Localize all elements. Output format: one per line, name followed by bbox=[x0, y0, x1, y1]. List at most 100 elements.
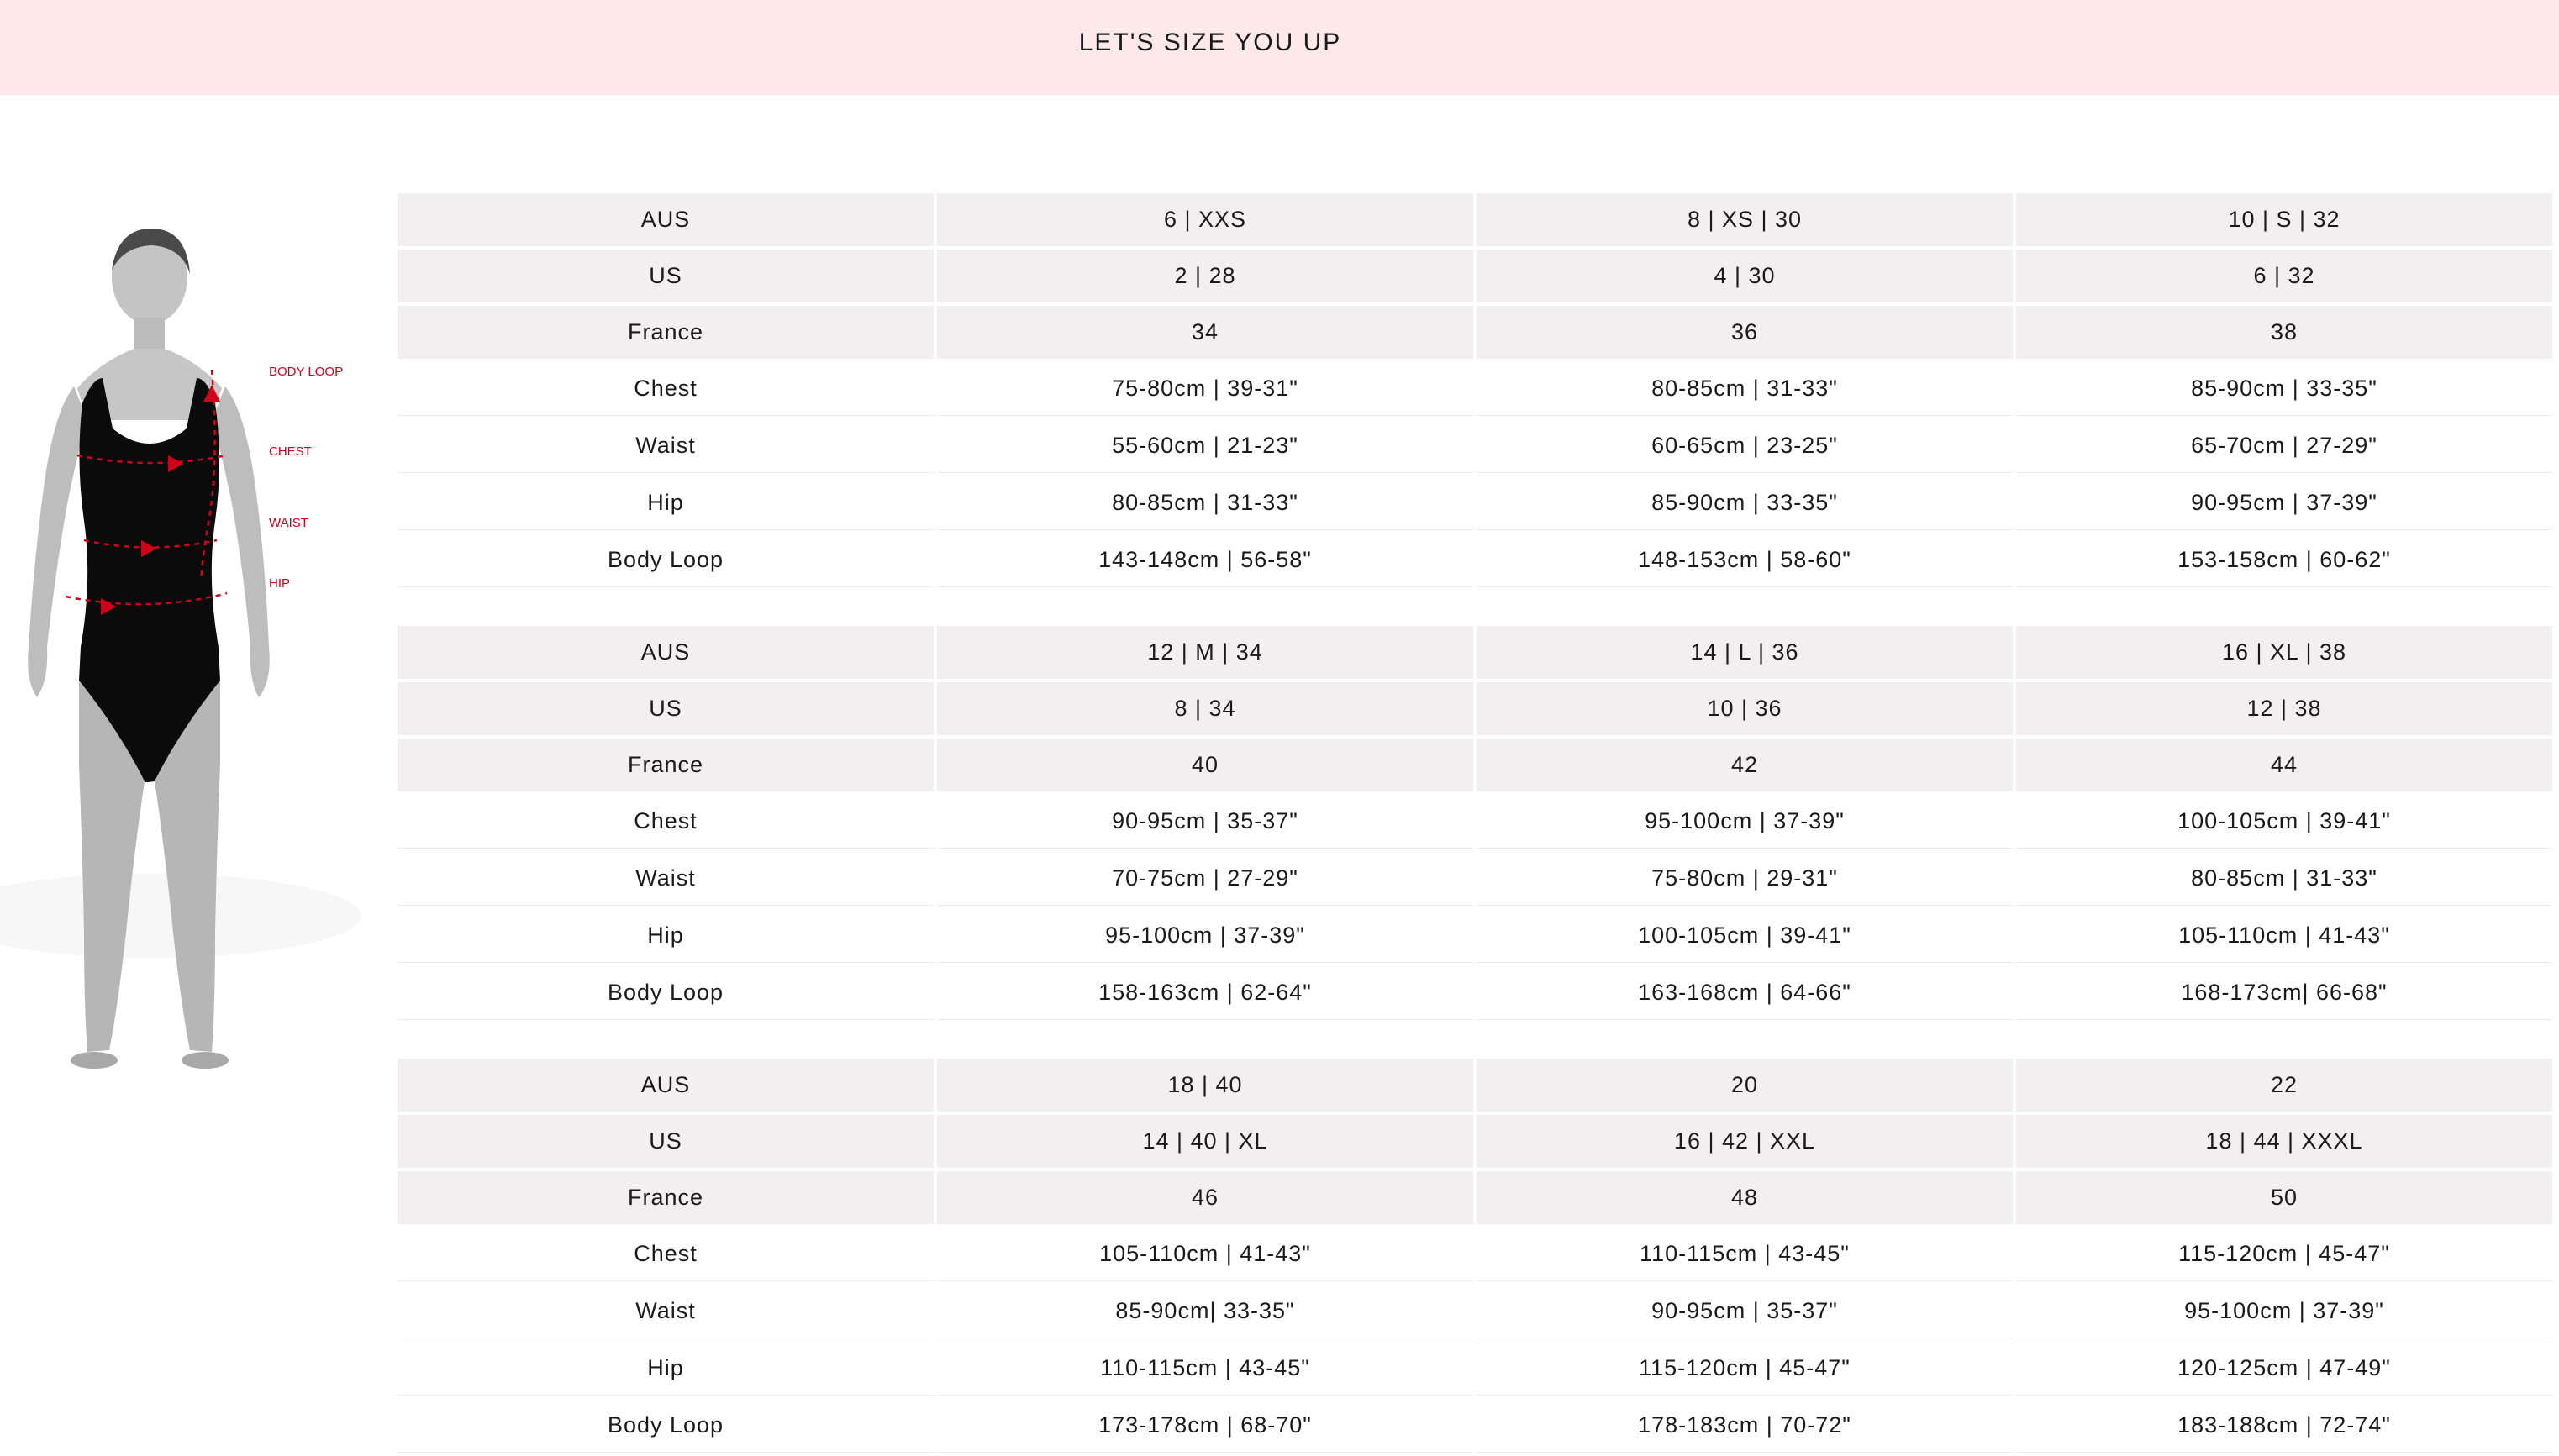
row-label: Body Loop bbox=[398, 534, 934, 587]
label-body-loop: BODY LOOP bbox=[269, 365, 343, 379]
size-cell: 95-100cm | 37-39" bbox=[2016, 1285, 2552, 1338]
row-label: Body Loop bbox=[398, 966, 934, 1020]
row-label: Waist bbox=[398, 852, 934, 906]
size-cell: 85-90cm | 33-35" bbox=[2016, 362, 2552, 416]
size-cell: 75-80cm | 29-31" bbox=[1477, 852, 2013, 906]
row-label: France bbox=[398, 739, 934, 791]
label-hip: HIP bbox=[269, 576, 290, 591]
row-label: Body Loop bbox=[398, 1399, 934, 1453]
size-cell: 95-100cm | 37-39" bbox=[937, 909, 1473, 963]
size-cell: 70-75cm | 27-29" bbox=[937, 852, 1473, 906]
size-row-body-loop: Body Loop 173-178cm | 68-70" 178-183cm | 7… bbox=[398, 1399, 2552, 1453]
size-cell: 20 bbox=[1477, 1059, 2013, 1112]
size-cell: 2 | 28 bbox=[937, 250, 1473, 302]
size-table: AUS 18 | 40 20 22 US 14 | 40 | XL 16 | 42 | XX… bbox=[394, 1055, 2556, 1456]
size-cell: 22 bbox=[2016, 1059, 2552, 1112]
size-cell: 85-90cm | 33-35" bbox=[1477, 476, 2013, 530]
size-cell: 48 bbox=[1477, 1171, 2013, 1224]
size-cell: 105-110cm | 41-43" bbox=[2016, 909, 2552, 963]
size-row-aus: AUS 18 | 40 20 22 bbox=[398, 1059, 2552, 1112]
size-cell: 158-163cm | 62-64" bbox=[937, 966, 1473, 1020]
size-cell: 100-105cm | 39-41" bbox=[1477, 909, 2013, 963]
size-table: AUS 12 | M | 34 14 | L | 36 16 | XL | 38 US 8… bbox=[394, 623, 2556, 1023]
size-cell: 183-188cm | 72-74" bbox=[2016, 1399, 2552, 1453]
size-cell: 6 | 32 bbox=[2016, 250, 2552, 302]
row-label: France bbox=[398, 1171, 934, 1224]
size-row-us: US 14 | 40 | XL 16 | 42 | XXL 18 | 44 | XXX… bbox=[398, 1115, 2552, 1168]
size-cell: 80-85cm | 31-33" bbox=[2016, 852, 2552, 906]
size-cell: 40 bbox=[937, 739, 1473, 791]
row-label: US bbox=[398, 682, 934, 735]
size-row-france: France 46 48 50 bbox=[398, 1171, 2552, 1224]
size-table: AUS 6 | XXS 8 | XS | 30 10 | S | 32 US 2 | 28… bbox=[394, 190, 2556, 591]
size-cell: 38 bbox=[2016, 306, 2552, 359]
model-left-arm bbox=[28, 386, 87, 697]
table-gap bbox=[398, 591, 2559, 623]
row-label: US bbox=[398, 250, 934, 302]
size-row-chest: Chest 105-110cm | 41-43" 110-115cm | 43-45… bbox=[398, 1227, 2552, 1281]
size-cell: 60-65cm | 23-25" bbox=[1477, 419, 2013, 473]
size-cell: 55-60cm | 21-23" bbox=[937, 419, 1473, 473]
size-row-hip: Hip 80-85cm | 31-33" 85-90cm | 33-35" 90-95… bbox=[398, 476, 2552, 530]
size-cell: 12 | 38 bbox=[2016, 682, 2552, 735]
size-row-aus: AUS 12 | M | 34 14 | L | 36 16 | XL | 38 bbox=[398, 626, 2552, 679]
size-cell: 115-120cm | 45-47" bbox=[1477, 1342, 2013, 1396]
size-cell: 10 | 36 bbox=[1477, 682, 2013, 735]
size-row-waist: Waist 70-75cm | 27-29" 75-80cm | 29-31" 80-… bbox=[398, 852, 2552, 906]
size-cell: 4 | 30 bbox=[1477, 250, 2013, 302]
size-cell: 44 bbox=[2016, 739, 2552, 791]
row-label: Hip bbox=[398, 476, 934, 530]
size-cell: 153-158cm | 60-62" bbox=[2016, 534, 2552, 587]
size-cell: 16 | 42 | XXL bbox=[1477, 1115, 2013, 1168]
size-cell: 12 | M | 34 bbox=[937, 626, 1473, 679]
size-row-us: US 8 | 34 10 | 36 12 | 38 bbox=[398, 682, 2552, 735]
size-row-hip: Hip 110-115cm | 43-45" 115-120cm | 45-47" 1… bbox=[398, 1342, 2552, 1396]
size-cell: 8 | 34 bbox=[937, 682, 1473, 735]
size-cell: 10 | S | 32 bbox=[2016, 193, 2552, 246]
size-cell: 168-173cm| 66-68" bbox=[2016, 966, 2552, 1020]
size-cell: 46 bbox=[937, 1171, 1473, 1224]
row-label: Chest bbox=[398, 795, 934, 849]
size-cell: 42 bbox=[1477, 739, 2013, 791]
row-label: AUS bbox=[398, 1059, 934, 1112]
size-row-france: France 40 42 44 bbox=[398, 739, 2552, 791]
size-row-hip: Hip 95-100cm | 37-39" 100-105cm | 39-41" 10… bbox=[398, 909, 2552, 963]
size-cell: 163-168cm | 64-66" bbox=[1477, 966, 2013, 1020]
size-cell: 110-115cm | 43-45" bbox=[1477, 1227, 2013, 1281]
size-cell: 85-90cm| 33-35" bbox=[937, 1285, 1473, 1338]
size-row-chest: Chest 75-80cm | 39-31" 80-85cm | 31-33" 85-… bbox=[398, 362, 2552, 416]
row-label: France bbox=[398, 306, 934, 359]
label-waist: WAIST bbox=[269, 516, 308, 530]
size-cell: 148-153cm | 58-60" bbox=[1477, 534, 2013, 587]
size-cell: 178-183cm | 70-72" bbox=[1477, 1399, 2013, 1453]
size-cell: 18 | 44 | XXXL bbox=[2016, 1115, 2552, 1168]
size-row-us: US 2 | 28 4 | 30 6 | 32 bbox=[398, 250, 2552, 302]
row-label: US bbox=[398, 1115, 934, 1168]
row-label: Hip bbox=[398, 1342, 934, 1396]
size-cell: 80-85cm | 31-33" bbox=[937, 476, 1473, 530]
row-label: Waist bbox=[398, 419, 934, 473]
size-cell: 50 bbox=[2016, 1171, 2552, 1224]
size-cell: 34 bbox=[937, 306, 1473, 359]
row-label: Chest bbox=[398, 362, 934, 416]
size-cell: 8 | XS | 30 bbox=[1477, 193, 2013, 246]
size-row-waist: Waist 55-60cm | 21-23" 60-65cm | 23-25" 65-… bbox=[398, 419, 2552, 473]
size-cell: 120-125cm | 47-49" bbox=[2016, 1342, 2552, 1396]
table-gap bbox=[398, 1023, 2559, 1055]
size-cell: 143-148cm | 56-58" bbox=[937, 534, 1473, 587]
size-cell: 95-100cm | 37-39" bbox=[1477, 795, 2013, 849]
row-label: Waist bbox=[398, 1285, 934, 1338]
model-right-arm bbox=[212, 386, 270, 697]
size-cell: 14 | L | 36 bbox=[1477, 626, 2013, 679]
size-row-aus: AUS 6 | XXS 8 | XS | 30 10 | S | 32 bbox=[398, 193, 2552, 246]
label-chest: CHEST bbox=[269, 444, 312, 459]
size-cell: 173-178cm | 68-70" bbox=[937, 1399, 1473, 1453]
size-charts: AUS 6 | XXS 8 | XS | 30 10 | S | 32 US 2 | 28… bbox=[398, 190, 2559, 1456]
size-cell: 90-95cm | 35-37" bbox=[1477, 1285, 2013, 1338]
model-illustration: BODY LOOP CHEST WAIST HIP bbox=[0, 229, 361, 1069]
size-cell: 18 | 40 bbox=[937, 1059, 1473, 1112]
page-title: LET'S SIZE YOU UP bbox=[1078, 29, 1342, 56]
size-cell: 105-110cm | 41-43" bbox=[937, 1227, 1473, 1281]
page-header: LET'S SIZE YOU UP bbox=[0, 0, 2559, 95]
size-row-body-loop: Body Loop 158-163cm | 62-64" 163-168cm | 6… bbox=[398, 966, 2552, 1020]
